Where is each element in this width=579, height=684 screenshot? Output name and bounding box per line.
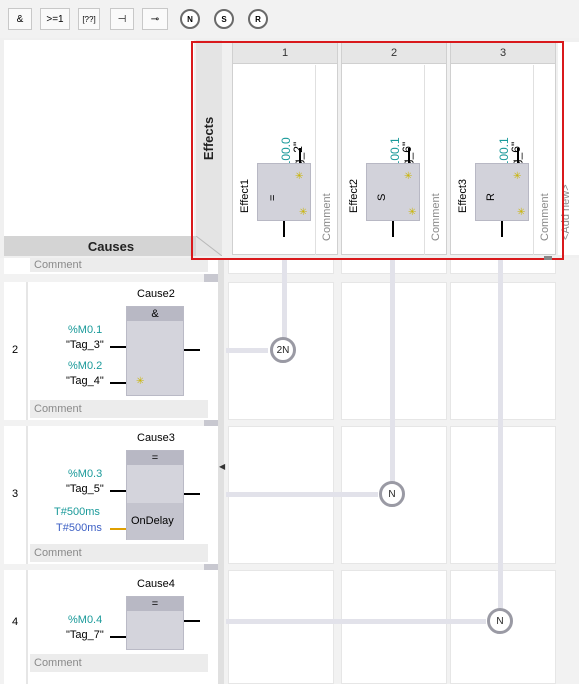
toolbar: & >=1 [??] ⊣ ⊸ N S R [0,0,579,39]
row-number: 4 [11,616,19,628]
timer-label: T#500ms [54,506,100,518]
cause-track [226,619,486,624]
block-op: = [127,597,183,611]
s-icon[interactable]: S [214,9,234,29]
cause-track [226,348,268,353]
cause-comment[interactable]: Comment [30,258,208,272]
cause-block[interactable]: = OnDelay [126,450,184,540]
row-number: 3 [11,488,19,500]
effect-track [498,258,503,608]
input-tag: "Tag_3" [66,339,104,351]
input-tag: "Tag_7" [66,629,104,641]
row-number: 2 [11,344,19,356]
cause-comment[interactable]: Comment [30,400,208,418]
star-icon: ✳ [136,376,145,387]
negate-icon[interactable]: ⊸ [142,8,168,30]
cause-row-2[interactable]: 2 Cause2 & %M0.1 "Tag_3" %M0.2 "Tag_4" ✳… [4,282,218,420]
cause-comment[interactable]: Comment [30,544,208,562]
cause-name: Cause4 [137,578,175,590]
matrix-cell[interactable] [450,282,556,420]
cause-block[interactable]: & [126,306,184,396]
and-icon[interactable]: & [8,8,32,30]
contact-icon[interactable]: ⊣ [110,8,134,30]
cause-block[interactable]: = [126,596,184,650]
block-op: & [127,307,183,321]
corner-blank [4,40,194,236]
effect-track [282,258,287,338]
cause-row-1[interactable]: Comment [4,258,218,274]
timer-value[interactable]: T#500ms [56,522,102,534]
block-op: = [127,451,183,465]
cause-track [226,492,378,497]
input-tag: "Tag_4" [66,375,104,387]
causes-title: Causes [4,236,218,256]
splitter[interactable] [218,258,224,684]
cause-comment[interactable]: Comment [30,654,208,672]
intersection-node[interactable]: N [379,481,405,507]
cause-name: Cause3 [137,432,175,444]
input-address: %M0.4 [68,614,103,626]
cause-row-4[interactable]: 4 Cause4 = %M0.4 "Tag_7" Comment [4,570,218,684]
effect-track [390,258,395,482]
input-tag: "Tag_5" [66,483,104,495]
or-icon[interactable]: >=1 [40,8,70,30]
input-address: %M0.1 [68,324,103,336]
input-address: %M0.2 [68,360,103,372]
resize-handle[interactable] [544,256,552,260]
box-icon[interactable]: [??] [78,8,100,30]
splitter-arrow-icon[interactable]: ◀ [219,462,225,471]
input-address: %M0.3 [68,468,103,480]
matrix-cell[interactable] [450,426,556,564]
cause-row-3[interactable]: 3 Cause3 = OnDelay %M0.3 "Tag_5" T#500ms… [4,426,218,564]
matrix-cell[interactable] [228,570,334,684]
cause-name: Cause2 [137,288,175,300]
intersection-node[interactable]: N [487,608,513,634]
r-icon[interactable]: R [248,9,268,29]
highlight-frame [191,41,564,260]
n-icon[interactable]: N [180,9,200,29]
intersection-node[interactable]: 2N [270,337,296,363]
timer-type: OnDelay [131,515,174,527]
matrix-cell[interactable] [341,570,447,684]
